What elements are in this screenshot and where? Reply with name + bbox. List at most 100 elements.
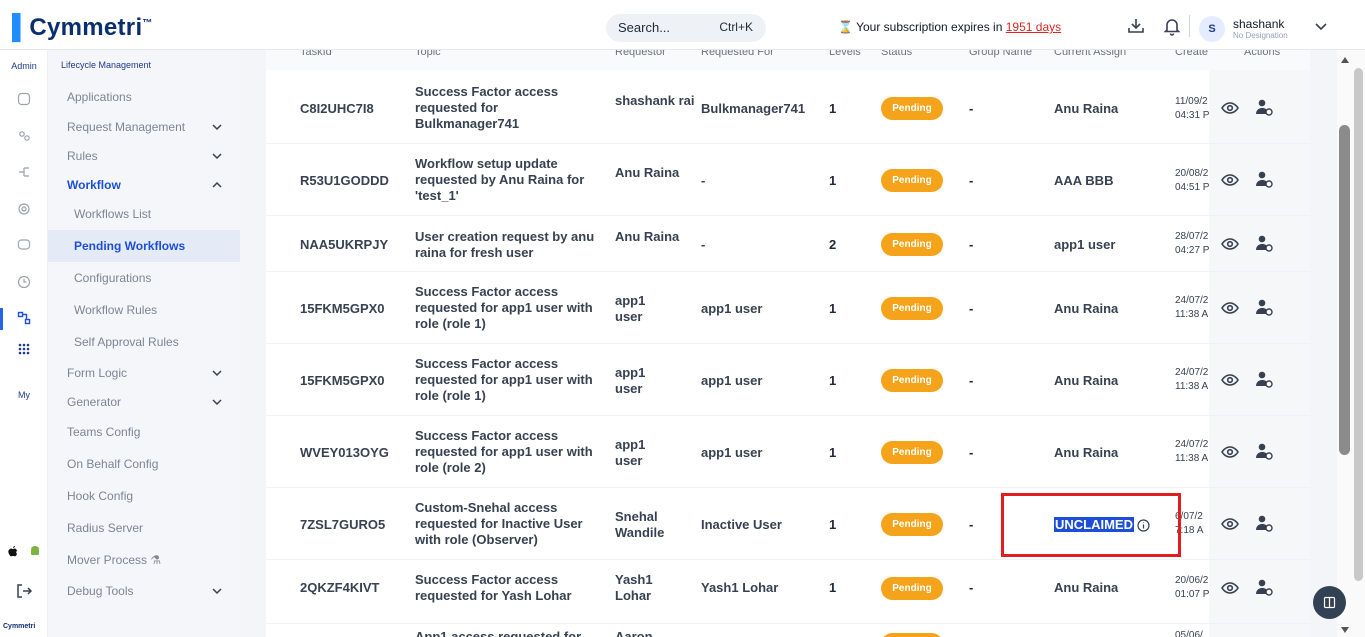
status-badge: Pending — [881, 97, 943, 120]
header-requestor[interactable]: Requestor — [615, 50, 666, 58]
status-badge: Pending — [881, 577, 943, 600]
apple-icon[interactable] — [6, 544, 20, 558]
scroll-down-arrow-icon[interactable] — [1340, 626, 1350, 634]
sidebar-item-rules[interactable]: Rules — [67, 149, 98, 163]
table-row[interactable]: App1 access requested for Aaron 05/06/ — [266, 624, 1310, 637]
table-row[interactable]: R53U1GODDD Workflow setup update request… — [266, 144, 1310, 216]
page-scrollbar[interactable] — [1354, 68, 1363, 581]
assign-user-icon[interactable] — [1254, 513, 1274, 533]
scroll-up-arrow-icon[interactable] — [1340, 56, 1350, 64]
sidebar-item-applications[interactable]: Applications — [67, 90, 132, 104]
task-requested-for: app1 user — [701, 301, 763, 316]
hierarchy-icon[interactable] — [17, 165, 31, 179]
sidebar-item-workflows-list[interactable]: Workflows List — [74, 207, 151, 221]
workflow-icon[interactable] — [17, 311, 31, 325]
sidebar-item-workflow-rules[interactable]: Workflow Rules — [74, 303, 157, 317]
download-icon[interactable] — [1126, 16, 1146, 36]
table-row[interactable]: 15FKM5GPX0 Success Factor access request… — [266, 272, 1310, 344]
clock-icon[interactable] — [17, 275, 31, 289]
task-assignee: AAA BBB — [1054, 173, 1114, 188]
sidebar-item-request-management[interactable]: Request Management — [67, 120, 185, 134]
assign-user-icon[interactable] — [1254, 233, 1274, 253]
view-eye-icon[interactable] — [1220, 370, 1240, 390]
chevron-down-icon[interactable] — [212, 369, 222, 377]
view-eye-icon[interactable] — [1220, 298, 1240, 318]
sidebar-item-mover-process[interactable]: Mover Process ⚗ — [67, 553, 161, 567]
avatar[interactable]: S — [1199, 16, 1225, 42]
chevron-up-icon[interactable] — [212, 181, 222, 189]
sidebar-item-form-logic[interactable]: Form Logic — [67, 366, 127, 380]
table-row[interactable]: 15FKM5GPX0 Success Factor access request… — [266, 344, 1310, 416]
task-created-date: 11/09/2 — [1175, 96, 1208, 107]
assign-user-icon[interactable] — [1254, 297, 1274, 317]
task-id: NAA5UKRPJY — [300, 237, 389, 252]
dashboard-icon[interactable] — [17, 92, 31, 106]
sidebar-item-workflow[interactable]: Workflow — [67, 178, 121, 192]
user-menu-chevron-icon[interactable] — [1314, 22, 1328, 32]
task-requestor: app1 user — [615, 365, 646, 396]
bell-icon[interactable] — [1162, 16, 1182, 36]
view-eye-icon[interactable] — [1220, 442, 1240, 462]
sidebar-item-teams-config[interactable]: Teams Config — [67, 425, 140, 439]
android-icon[interactable] — [28, 544, 42, 558]
task-created-date: 24/07/2 — [1175, 367, 1209, 378]
sidebar-item-debug-tools[interactable]: Debug Tools — [67, 584, 134, 598]
chevron-down-icon[interactable] — [212, 152, 222, 160]
search-input[interactable]: Search... Ctrl+K — [606, 14, 766, 42]
header-requested-for[interactable]: Requested For — [701, 50, 774, 58]
sidebar-item-radius-server[interactable]: Radius Server — [67, 521, 143, 535]
header-created[interactable]: Create — [1175, 50, 1209, 58]
assign-user-icon[interactable] — [1254, 441, 1274, 461]
view-eye-icon[interactable] — [1220, 98, 1240, 118]
rail-my-tab[interactable]: My — [0, 390, 48, 400]
table-row[interactable]: NAA5UKRPJY User creation request by anu … — [266, 216, 1310, 272]
task-group: - — [969, 237, 974, 252]
sidebar-item-generator[interactable]: Generator — [67, 395, 121, 409]
header-topic[interactable]: Topic — [415, 50, 441, 58]
sidebar-item-configurations[interactable]: Configurations — [74, 271, 151, 285]
chevron-down-icon[interactable] — [212, 587, 222, 595]
assign-user-icon[interactable] — [1254, 97, 1274, 117]
task-assignee: Anu Raina — [1054, 373, 1119, 388]
sidebar-item-hook-config[interactable]: Hook Config — [67, 489, 133, 503]
assign-user-icon[interactable] — [1254, 577, 1274, 597]
header-current-assign[interactable]: Current Assign — [1054, 50, 1126, 58]
sidebar-item-pending-workflows[interactable]: Pending Workflows — [74, 239, 185, 253]
task-group: - — [969, 101, 974, 116]
task-group: - — [969, 517, 974, 532]
sidebar-item-on-behalf-config[interactable]: On Behalf Config — [67, 457, 158, 471]
header-divider — [1189, 15, 1190, 37]
view-eye-icon[interactable] — [1220, 170, 1240, 190]
assign-user-icon[interactable] — [1254, 169, 1274, 189]
header-taskid[interactable]: TaskId — [300, 50, 332, 58]
header-group-name[interactable]: Group Name — [969, 50, 1032, 58]
subscription-days-link[interactable]: 1951 days — [1006, 20, 1061, 34]
view-eye-icon[interactable] — [1220, 234, 1240, 254]
gear-icon[interactable] — [17, 202, 31, 216]
table-row[interactable]: WVEY013OYG Success Factor access request… — [266, 416, 1310, 488]
logout-icon[interactable] — [15, 582, 33, 600]
apps-grid-icon[interactable] — [17, 342, 31, 356]
table-row[interactable]: C8I2UHC7I8 Success Factor access request… — [266, 72, 1310, 144]
view-eye-icon[interactable] — [1220, 578, 1240, 598]
book-icon — [1323, 596, 1336, 609]
sidebar-item-self-approval-rules[interactable]: Self Approval Rules — [74, 335, 179, 349]
search-placeholder: Search... — [618, 20, 671, 35]
header-levels[interactable]: Levels — [829, 50, 861, 58]
table-row[interactable]: 2QKZF4KIVT Success Factor access request… — [266, 560, 1310, 624]
chevron-down-icon[interactable] — [212, 398, 222, 406]
header-status[interactable]: Status — [881, 50, 912, 58]
users-icon[interactable] — [17, 129, 31, 143]
scrollbar-thumb[interactable] — [1339, 125, 1350, 455]
task-created-time: 04:51 P — [1175, 182, 1209, 193]
chat-icon[interactable] — [17, 238, 31, 252]
view-eye-icon[interactable] — [1220, 514, 1240, 534]
task-requestor: Aaron — [615, 629, 653, 637]
task-id: 2QKZF4KIVT — [300, 580, 380, 595]
chevron-down-icon[interactable] — [212, 123, 222, 131]
app-logo[interactable]: ▌Cymmetri™ — [12, 14, 153, 42]
assign-user-icon[interactable] — [1254, 369, 1274, 389]
help-book-button[interactable] — [1313, 586, 1346, 619]
task-requestor: Anu Raina — [615, 229, 680, 244]
rail-admin-tab[interactable]: Admin — [0, 61, 48, 71]
